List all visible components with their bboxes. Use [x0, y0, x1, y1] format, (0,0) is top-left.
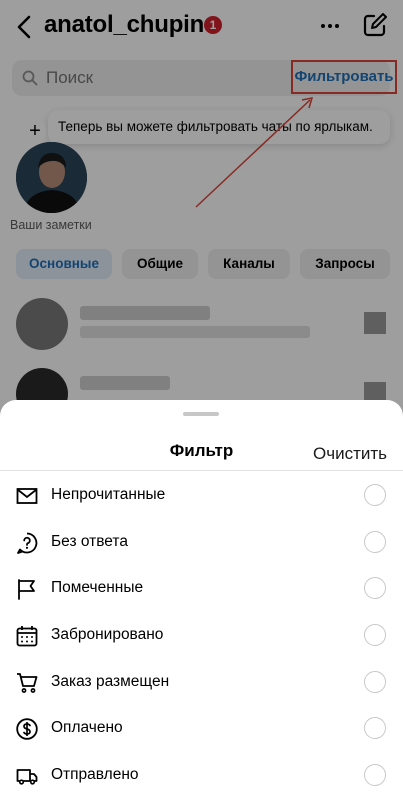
dollar-icon — [16, 718, 38, 740]
sheet-grabber[interactable] — [183, 412, 219, 416]
option-radio[interactable] — [364, 484, 386, 506]
filter-sheet: Фильтр Очистить Непрочитанные Без ответа… — [0, 400, 403, 800]
envelope-icon — [16, 488, 38, 504]
calendar-icon — [16, 626, 38, 647]
option-radio[interactable] — [364, 577, 386, 599]
option-radio[interactable] — [364, 531, 386, 553]
option-radio[interactable] — [364, 717, 386, 739]
option-label: Без ответа — [51, 533, 128, 550]
option-radio[interactable] — [364, 764, 386, 786]
truck-icon — [16, 769, 38, 785]
option-label: Заказ размещен — [51, 673, 170, 690]
filter-option-unread[interactable]: Непрочитанные — [0, 473, 403, 519]
filter-option-no-reply[interactable]: Без ответа — [0, 520, 403, 566]
filter-option-order-placed[interactable]: Заказ размещен — [0, 660, 403, 706]
cart-icon — [17, 673, 38, 693]
flag-icon — [18, 579, 35, 600]
sheet-divider — [0, 470, 403, 471]
filter-option-flagged[interactable]: Помеченные — [0, 566, 403, 612]
filter-option-booked[interactable]: Забронировано — [0, 613, 403, 659]
option-radio[interactable] — [364, 624, 386, 646]
option-label: Помеченные — [51, 579, 144, 596]
option-radio[interactable] — [364, 671, 386, 693]
question-icon — [17, 532, 38, 554]
option-label: Отправлено — [51, 766, 139, 783]
option-label: Забронировано — [51, 626, 164, 643]
option-label: Непрочитанные — [51, 486, 166, 503]
filter-option-shipped[interactable]: Отправлено — [0, 753, 403, 799]
filter-option-paid[interactable]: Оплачено — [0, 706, 403, 752]
option-label: Оплачено — [51, 719, 123, 736]
clear-button[interactable]: Очистить — [313, 444, 387, 464]
